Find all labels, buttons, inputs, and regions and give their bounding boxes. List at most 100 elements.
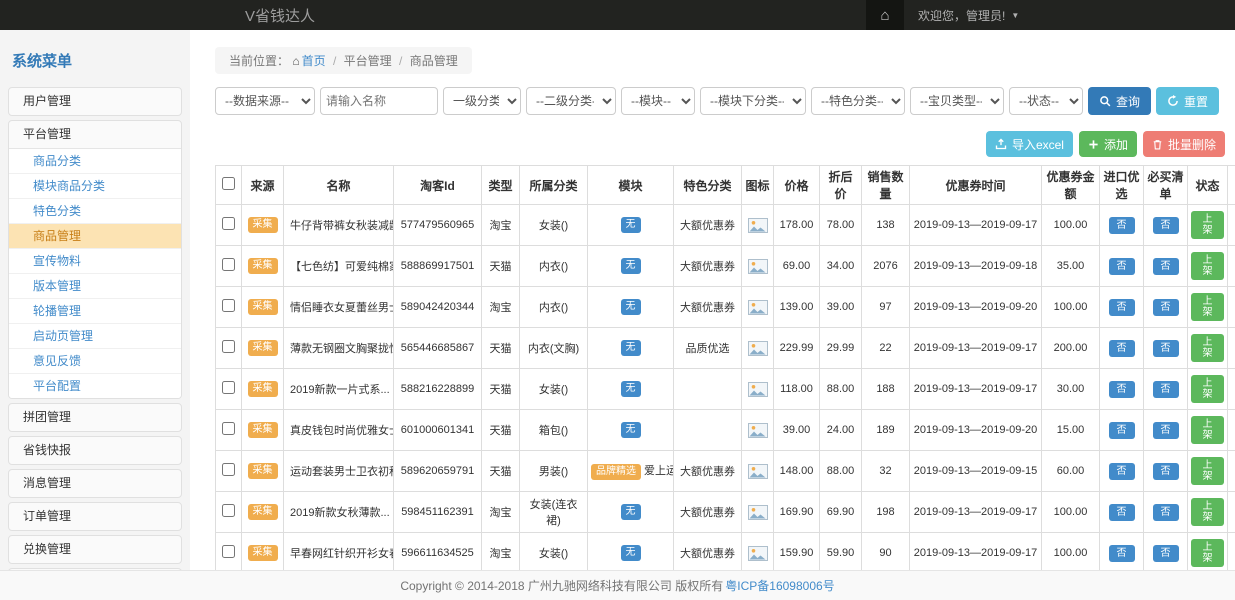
status-button[interactable]: 上架 (1191, 375, 1224, 403)
cell-select (216, 492, 242, 533)
must-buy-toggle[interactable]: 否 (1153, 422, 1179, 439)
status-select[interactable]: --状态-- (1009, 87, 1083, 115)
sidebar-item-1-6[interactable]: 轮播管理 (9, 299, 181, 324)
row-checkbox[interactable] (222, 422, 235, 435)
product-name-input[interactable] (320, 87, 438, 115)
import-excel-button[interactable]: 导入excel (986, 131, 1073, 157)
cell-source: 采集 (242, 369, 284, 410)
import-select-toggle[interactable]: 否 (1109, 504, 1135, 521)
must-buy-toggle[interactable]: 否 (1153, 463, 1179, 480)
search-icon (1099, 95, 1111, 107)
row-checkbox[interactable] (222, 299, 235, 312)
status-button[interactable]: 上架 (1191, 334, 1224, 362)
icp-link[interactable]: 粤ICP备16098006号 (725, 577, 834, 594)
product-image (748, 341, 768, 356)
import-select-toggle[interactable]: 否 (1109, 340, 1135, 357)
cell-must-buy: 否 (1144, 328, 1188, 369)
import-select-toggle[interactable]: 否 (1109, 217, 1135, 234)
search-button-label: 查询 (1116, 93, 1140, 110)
row-checkbox[interactable] (222, 463, 235, 476)
must-buy-toggle[interactable]: 否 (1153, 299, 1179, 316)
cell-sales: 2076 (862, 246, 910, 287)
sidebar-item-1-8[interactable]: 意见反馈 (9, 349, 181, 374)
cell-taoke-id: 577479560965 (394, 205, 482, 246)
row-checkbox[interactable] (222, 258, 235, 271)
cell-operations (1228, 492, 1235, 533)
sidebar-group-6[interactable]: 兑换管理 (9, 536, 181, 563)
cell-coupon-time: 2019-09-13—2019-09-17 (910, 492, 1042, 533)
module-select[interactable]: --模块-- (621, 87, 695, 115)
cell-coupon-amount: 60.00 (1042, 451, 1100, 492)
product-image (748, 505, 768, 520)
level2-category-select[interactable]: --二级分类-- (526, 87, 616, 115)
sidebar-item-1-5[interactable]: 版本管理 (9, 274, 181, 299)
sidebar-item-1-0[interactable]: 商品分类 (9, 149, 181, 174)
table-row: 采集早春网红针织开衫女春...596611634525淘宝女装()无大额优惠券1… (216, 533, 1235, 571)
cell-status: 上架 (1188, 328, 1228, 369)
cell-type: 天猫 (482, 369, 520, 410)
batch-delete-button[interactable]: 批量删除 (1143, 131, 1225, 157)
must-buy-toggle[interactable]: 否 (1153, 340, 1179, 357)
feature-category-select[interactable]: --特色分类-- (811, 87, 905, 115)
sidebar-group-3[interactable]: 省钱快报 (9, 437, 181, 464)
import-select-toggle[interactable]: 否 (1109, 381, 1135, 398)
cell-icon (742, 287, 774, 328)
sidebar-group-2[interactable]: 拼团管理 (9, 404, 181, 431)
sidebar-group-4[interactable]: 消息管理 (9, 470, 181, 497)
cell-operations (1228, 287, 1235, 328)
row-checkbox[interactable] (222, 340, 235, 353)
home-icon: ⌂ (292, 54, 299, 68)
must-buy-toggle[interactable]: 否 (1153, 545, 1179, 562)
main-content: 当前位置： ⌂首页 / 平台管理 / 商品管理 --数据来源--一级分类--二级… (190, 30, 1235, 570)
column-header-10: 销售数量 (862, 166, 910, 205)
cell-status: 上架 (1188, 369, 1228, 410)
status-button[interactable]: 上架 (1191, 457, 1224, 485)
home-button[interactable]: ⌂ (866, 0, 904, 30)
user-dropdown[interactable]: 欢迎您，管理员! ▼ (918, 7, 1019, 24)
import-select-toggle[interactable]: 否 (1109, 299, 1135, 316)
import-select-toggle[interactable]: 否 (1109, 422, 1135, 439)
cell-source: 采集 (242, 328, 284, 369)
must-buy-toggle[interactable]: 否 (1153, 504, 1179, 521)
reset-button[interactable]: 重置 (1156, 87, 1219, 115)
must-buy-toggle[interactable]: 否 (1153, 217, 1179, 234)
module-subcategory-select[interactable]: --模块下分类-- (700, 87, 806, 115)
data-source-select[interactable]: --数据来源-- (215, 87, 315, 115)
must-buy-toggle[interactable]: 否 (1153, 381, 1179, 398)
status-button[interactable]: 上架 (1191, 252, 1224, 280)
sidebar-item-1-4[interactable]: 宣传物料 (9, 249, 181, 274)
module-extra-text: 爱上运动 (644, 465, 674, 477)
status-button[interactable]: 上架 (1191, 539, 1224, 567)
sidebar-item-1-3[interactable]: 商品管理 (9, 224, 181, 249)
must-buy-toggle[interactable]: 否 (1153, 258, 1179, 275)
status-button[interactable]: 上架 (1191, 293, 1224, 321)
sidebar-group-5[interactable]: 订单管理 (9, 503, 181, 530)
import-select-toggle[interactable]: 否 (1109, 258, 1135, 275)
search-button[interactable]: 查询 (1088, 87, 1151, 115)
status-button[interactable]: 上架 (1191, 211, 1224, 239)
cell-module: 无 (588, 410, 674, 451)
row-checkbox[interactable] (222, 545, 235, 558)
sidebar-group-1[interactable]: 平台管理 (9, 121, 181, 148)
level1-category-select[interactable]: 一级分类 (443, 87, 521, 115)
sidebar-item-1-2[interactable]: 特色分类 (9, 199, 181, 224)
import-select-toggle[interactable]: 否 (1109, 463, 1135, 480)
module-badge: 无 (621, 381, 641, 397)
sidebar-item-1-9[interactable]: 平台配置 (9, 374, 181, 398)
sidebar-item-1-7[interactable]: 启动页管理 (9, 324, 181, 349)
select-all-checkbox[interactable] (222, 177, 235, 190)
add-button[interactable]: 添加 (1079, 131, 1137, 157)
row-checkbox[interactable] (222, 504, 235, 517)
cell-import-select: 否 (1100, 492, 1144, 533)
item-type-select[interactable]: --宝贝类型-- (910, 87, 1004, 115)
sidebar-item-1-1[interactable]: 模块商品分类 (9, 174, 181, 199)
status-button[interactable]: 上架 (1191, 416, 1224, 444)
status-button[interactable]: 上架 (1191, 498, 1224, 526)
cell-price: 69.00 (774, 246, 820, 287)
row-checkbox[interactable] (222, 217, 235, 230)
cell-type: 天猫 (482, 246, 520, 287)
import-select-toggle[interactable]: 否 (1109, 545, 1135, 562)
breadcrumb-home-link[interactable]: ⌂首页 (292, 54, 325, 68)
sidebar-group-0[interactable]: 用户管理 (9, 88, 181, 115)
row-checkbox[interactable] (222, 381, 235, 394)
